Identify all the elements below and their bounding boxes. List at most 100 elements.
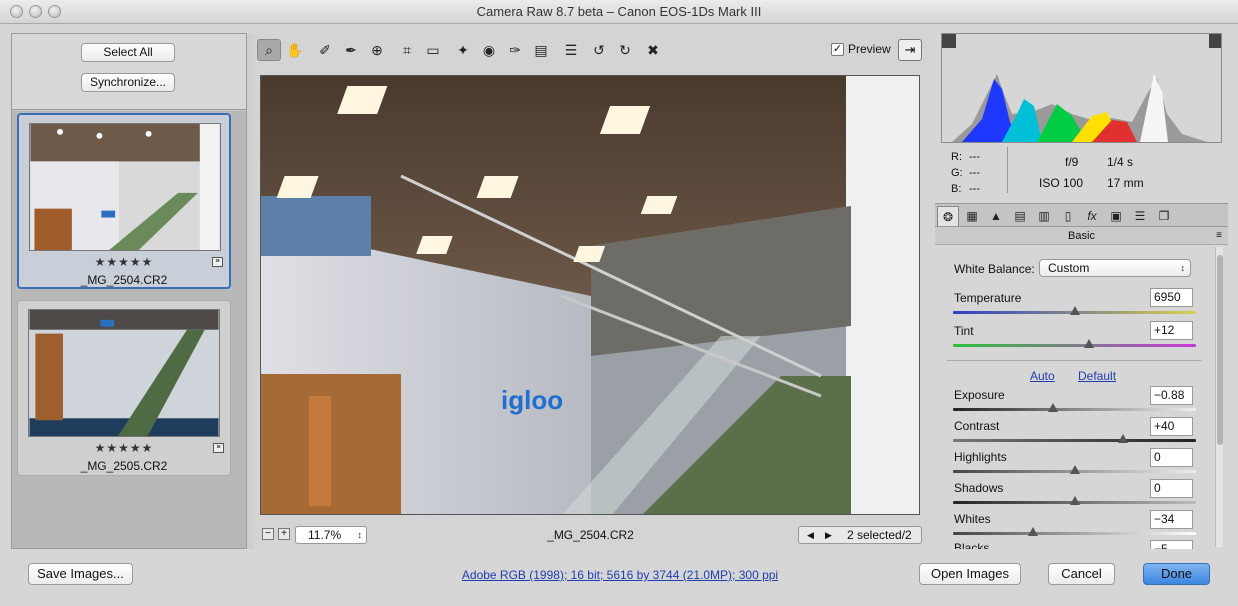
g-label: G: bbox=[951, 167, 963, 179]
preview-toggle[interactable]: ✓ Preview bbox=[831, 42, 891, 56]
save-images-button[interactable]: Save Images... bbox=[28, 563, 133, 585]
exposure-slider-handle[interactable] bbox=[1047, 403, 1058, 412]
color-sampler-icon[interactable]: ✒ bbox=[339, 39, 363, 61]
red-eye-icon[interactable]: ◉ bbox=[477, 39, 501, 61]
white-balance-label: White Balance: bbox=[954, 262, 1035, 276]
b-value: --- bbox=[969, 183, 980, 195]
r-label: R: bbox=[951, 151, 962, 163]
slider-label: Whites bbox=[954, 512, 991, 526]
panel-menu-icon[interactable]: ≡ bbox=[1216, 227, 1222, 245]
preview-photo: igloo bbox=[261, 76, 919, 514]
select-arrows-icon: ↕ bbox=[1180, 263, 1186, 273]
white-balance-icon[interactable]: ✐ bbox=[313, 39, 337, 61]
targeted-adjustment-icon[interactable]: ⊕ bbox=[365, 39, 389, 61]
tone-curve-tab-icon[interactable]: ▦ bbox=[961, 206, 983, 226]
tint-slider-handle[interactable] bbox=[1084, 339, 1095, 348]
whites-value-input[interactable]: −34 bbox=[1150, 510, 1193, 529]
thumbnail-image bbox=[29, 123, 221, 251]
panel-divider bbox=[947, 360, 1201, 361]
preview-area: ⌕ ✋ ✐ ✒ ⊕ ⌗ ▭ ✦ ◉ ✑ ▤ ☰ ↺ ↻ ✖ ✓ Preview … bbox=[253, 33, 928, 549]
g-value: --- bbox=[969, 167, 980, 179]
temperature-slider-handle[interactable] bbox=[1069, 306, 1080, 315]
exposure-slider-track[interactable] bbox=[953, 408, 1196, 411]
panel-header: Basic ≡ bbox=[935, 227, 1228, 245]
rating-stars[interactable]: ★★★★★ bbox=[19, 255, 229, 269]
shadows-slider-handle[interactable] bbox=[1069, 496, 1080, 505]
snapshots-tab-icon[interactable]: ❐ bbox=[1153, 206, 1175, 226]
straighten-icon[interactable]: ▭ bbox=[421, 39, 445, 61]
histogram-graph bbox=[942, 34, 1221, 142]
minimize-window-button[interactable] bbox=[29, 5, 42, 18]
split-toning-tab-icon[interactable]: ▥ bbox=[1033, 206, 1055, 226]
image-navigator: ◀ ▶ 2 selected/2 bbox=[798, 526, 922, 544]
spot-removal-icon[interactable]: ✦ bbox=[451, 39, 475, 61]
highlights-value-input[interactable]: 0 bbox=[1150, 448, 1193, 467]
fullscreen-icon[interactable]: ⇥ bbox=[898, 39, 922, 61]
contrast-value-input[interactable]: +40 bbox=[1150, 417, 1193, 436]
iso: ISO 100 bbox=[1039, 176, 1084, 190]
info-divider bbox=[1007, 147, 1008, 193]
lens-corrections-tab-icon[interactable]: ▯ bbox=[1057, 206, 1079, 226]
adjustments-panel: R: --- G: --- B: --- f/9 1/4 s ISO 100 1… bbox=[935, 33, 1228, 549]
filmstrip-item[interactable]: ★★★★★ ≡ _MG_2505.CR2 bbox=[17, 300, 231, 476]
contrast-slider-track[interactable] bbox=[953, 439, 1196, 442]
auto-link[interactable]: Auto bbox=[1030, 369, 1055, 383]
panel-scrollbar[interactable] bbox=[1215, 247, 1223, 547]
white-balance-value: Custom bbox=[1048, 261, 1090, 275]
presets-tab-icon[interactable]: ☰ bbox=[1129, 206, 1151, 226]
whites-slider-handle[interactable] bbox=[1028, 527, 1039, 536]
done-button[interactable]: Done bbox=[1143, 563, 1210, 585]
rotate-left-icon[interactable]: ↺ bbox=[587, 39, 611, 61]
basic-panel: White Balance: Custom ↕ Temperature 6950… bbox=[935, 245, 1215, 549]
histogram bbox=[941, 33, 1222, 143]
rating-stars[interactable]: ★★★★★ bbox=[18, 441, 230, 455]
crop-icon[interactable]: ⌗ bbox=[395, 39, 419, 61]
adjustment-brush-icon[interactable]: ✑ bbox=[503, 39, 527, 61]
edited-badge-icon: ≡ bbox=[212, 257, 223, 267]
workflow-options-link[interactable]: Adobe RGB (1998); 16 bit; 5616 by 3744 (… bbox=[260, 568, 980, 582]
previous-image-icon[interactable]: ◀ bbox=[807, 527, 814, 543]
select-all-button[interactable]: Select All bbox=[81, 43, 175, 62]
temperature-value-input[interactable]: 6950 bbox=[1150, 288, 1193, 307]
detail-tab-icon[interactable]: ▲ bbox=[985, 206, 1007, 226]
title-bar: Camera Raw 8.7 beta – Canon EOS‑1Ds Mark… bbox=[0, 0, 1238, 24]
synchronize-button[interactable]: Synchronize... bbox=[81, 73, 175, 92]
rotate-right-icon[interactable]: ↻ bbox=[613, 39, 637, 61]
hsl-tab-icon[interactable]: ▤ bbox=[1009, 206, 1031, 226]
preferences-icon[interactable]: ☰ bbox=[559, 39, 583, 61]
hand-icon[interactable]: ✋ bbox=[283, 39, 307, 61]
contrast-slider-handle[interactable] bbox=[1118, 434, 1129, 443]
highlights-slider-handle[interactable] bbox=[1069, 465, 1080, 474]
blacks-value-input[interactable]: −5 bbox=[1150, 540, 1193, 549]
close-window-button[interactable] bbox=[10, 5, 23, 18]
filmstrip-header: Select All Synchronize... bbox=[12, 34, 246, 110]
panel-title: Basic bbox=[1068, 230, 1095, 242]
effects-tab-icon[interactable]: fx bbox=[1081, 206, 1103, 226]
next-image-icon[interactable]: ▶ bbox=[825, 527, 832, 543]
preview-checkbox[interactable]: ✓ bbox=[831, 42, 844, 56]
tool-bar: ⌕ ✋ ✐ ✒ ⊕ ⌗ ▭ ✦ ◉ ✑ ▤ ☰ ↺ ↻ ✖ ✓ Preview … bbox=[253, 33, 928, 67]
focal-length: 17 mm bbox=[1107, 176, 1144, 190]
slider-label: Temperature bbox=[954, 291, 1022, 305]
basic-tab-icon[interactable]: ❂ bbox=[937, 206, 959, 226]
white-balance-select[interactable]: Custom ↕ bbox=[1039, 259, 1191, 277]
open-images-button[interactable]: Open Images bbox=[919, 563, 1021, 585]
tint-slider-track[interactable] bbox=[953, 344, 1196, 347]
camera-calibration-tab-icon[interactable]: ▣ bbox=[1105, 206, 1127, 226]
filmstrip-list: ★★★★★ ≡ _MG_2504.CR2 ★★★★★ ≡ _MG_2505.CR… bbox=[12, 111, 246, 548]
zoom-icon[interactable]: ⌕ bbox=[257, 39, 281, 61]
whites-slider-track[interactable] bbox=[953, 532, 1196, 535]
exposure-value-input[interactable]: −0.88 bbox=[1150, 386, 1193, 405]
selection-count: 2 selected/2 bbox=[847, 528, 912, 542]
zoom-window-button[interactable] bbox=[48, 5, 61, 18]
filmstrip-item[interactable]: ★★★★★ ≡ _MG_2504.CR2 bbox=[17, 113, 231, 289]
image-preview[interactable]: igloo bbox=[260, 75, 920, 515]
shadows-value-input[interactable]: 0 bbox=[1150, 479, 1193, 498]
slider-label: Tint bbox=[954, 324, 974, 338]
tint-value-input[interactable]: +12 bbox=[1150, 321, 1193, 340]
cancel-button[interactable]: Cancel bbox=[1048, 563, 1115, 585]
trash-icon[interactable]: ✖ bbox=[641, 39, 665, 61]
graduated-filter-icon[interactable]: ▤ bbox=[529, 39, 553, 61]
default-link[interactable]: Default bbox=[1078, 369, 1116, 383]
scrollbar-thumb[interactable] bbox=[1217, 255, 1223, 445]
